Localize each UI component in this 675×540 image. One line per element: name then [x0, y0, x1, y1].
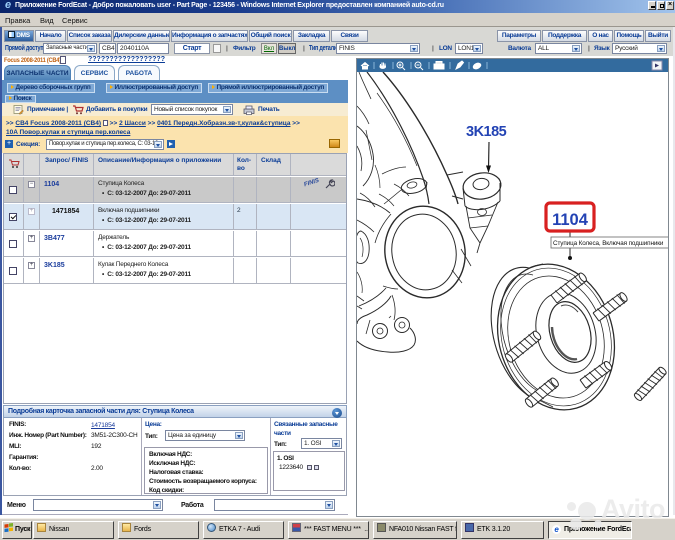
svg-text:1104: 1104: [552, 211, 589, 229]
svg-text:3K185: 3K185: [466, 124, 507, 140]
svg-text:Ступица Колеса, Включая подшип: Ступица Колеса, Включая подшипники: [553, 240, 664, 247]
